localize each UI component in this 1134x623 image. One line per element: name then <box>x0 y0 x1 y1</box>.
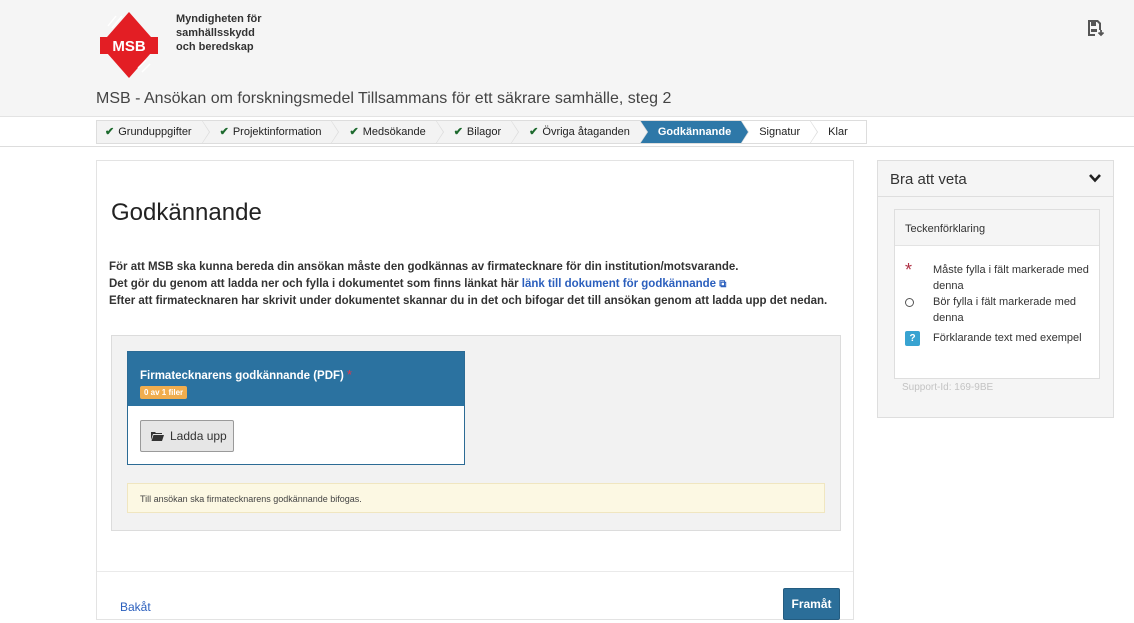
upload-card: Firmatecknarens godkännande (PDF) * 0 av … <box>127 351 465 465</box>
support-id: Support-Id: 169-9BE <box>902 382 994 393</box>
legend-text: Förklarande text med exempel <box>933 332 1082 344</box>
steps-bar: ✔ Grunduppgifter ✔ Projektinformation ✔ Med… <box>96 120 867 144</box>
step-godkannande[interactable]: Godkännande <box>639 120 750 144</box>
main-panel: Godkännande För att MSB ska kunna bereda… <box>96 160 854 620</box>
intro-text: För att MSB ska kunna bereda din ansökan… <box>109 259 849 310</box>
check-icon: ✔ <box>529 126 539 138</box>
upload-card-header: Firmatecknarens godkännande (PDF) * 0 av … <box>128 352 464 406</box>
info-panel-header[interactable]: Bra att veta <box>878 161 1113 197</box>
external-link-icon: ⧉ <box>719 279 727 290</box>
step-bilagor[interactable]: ✔ Bilagor <box>436 120 520 144</box>
check-icon: ✔ <box>453 126 463 138</box>
form-footer: Bakåt Framåt <box>97 571 853 620</box>
step-label: Projektinformation <box>232 126 322 138</box>
question-symbol: ? <box>905 331 920 346</box>
chevron-down-icon[interactable] <box>1089 173 1101 183</box>
hint-box: Till ansökan ska firmatecknarens godkänn… <box>127 483 825 513</box>
step-label: Klar <box>828 126 848 138</box>
file-count-badge: 0 av 1 filer <box>140 386 188 399</box>
legend-row-recommended: Bör fylla i fält markerade med denna <box>903 294 1093 326</box>
approval-document-link[interactable]: länk till dokument för godkännande ⧉ <box>522 278 727 290</box>
check-icon: ✔ <box>219 126 229 138</box>
legend-title: Teckenförklaring <box>895 210 1099 246</box>
step-ovriga-ataganden[interactable]: ✔ Övriga åtaganden <box>511 120 648 144</box>
approval-document-link-text: länk till dokument för godkännande <box>521 278 717 290</box>
upload-area: Firmatecknarens godkännande (PDF) * 0 av … <box>111 335 841 531</box>
check-icon: ✔ <box>105 126 115 138</box>
step-medsokande[interactable]: ✔ Medsökande <box>331 120 444 144</box>
intro-line-1: För att MSB ska kunna bereda din ansökan… <box>109 261 739 273</box>
legend-text: Måste fylla i fält markerade med denna <box>933 264 1089 292</box>
question-icon: ? <box>903 330 933 346</box>
circle-icon <box>903 294 933 326</box>
upload-button[interactable]: Ladda upp <box>140 420 234 452</box>
step-signatur[interactable]: Signatur <box>741 120 819 144</box>
application-title: MSB - Ansökan om forskningsmedel Tillsam… <box>96 90 672 107</box>
info-panel: Bra att veta Teckenförklaring * Måste fy… <box>877 160 1114 418</box>
intro-line-2-text: Det gör du genom att ladda ner och fylla… <box>109 278 519 290</box>
intro-line-3: Efter att firmatecknaren har skrivit und… <box>109 295 828 307</box>
step-label: Signatur <box>759 126 801 138</box>
upload-title-row: Firmatecknarens godkännande (PDF) * <box>140 367 452 382</box>
info-panel-title: Bra att veta <box>890 171 967 188</box>
next-button[interactable]: Framåt <box>783 588 840 620</box>
page-title: Godkännande <box>111 199 262 226</box>
page-header: MSB Myndigheten för samhällsskydd och be… <box>0 0 1134 117</box>
legend-row-required: * Måste fylla i fält markerade med denna <box>903 260 1093 294</box>
check-icon: ✔ <box>349 126 359 138</box>
upload-title: Firmatecknarens godkännande (PDF) <box>140 370 344 382</box>
wizard-steps: ✔ Grunduppgifter ✔ Projektinformation ✔ Med… <box>0 117 1134 147</box>
legend-row-help: ? Förklarande text med exempel <box>903 330 1093 346</box>
required-star-icon: * <box>903 260 933 294</box>
intro-line-2: Det gör du genom att ladda ner och fylla… <box>109 276 849 293</box>
step-label: Bilagor <box>466 126 502 138</box>
msb-logo: MSB <box>100 12 158 78</box>
folder-open-icon <box>151 432 164 441</box>
step-label: Övriga åtaganden <box>542 126 630 138</box>
required-star-symbol: * <box>905 260 913 280</box>
org-name: Myndigheten för samhällsskydd och bereds… <box>176 12 262 54</box>
org-name-line3: och beredskap <box>176 41 254 53</box>
logo-text: MSB <box>112 38 146 55</box>
step-label: Grunduppgifter <box>118 126 192 138</box>
required-marker: * <box>346 367 352 382</box>
org-name-line2: samhällsskydd <box>176 27 255 39</box>
upload-button-label: Ladda upp <box>170 429 227 443</box>
step-label: Godkännande <box>657 126 732 138</box>
legend-text: Bör fylla i fält markerade med denna <box>933 296 1077 324</box>
step-grunduppgifter[interactable]: ✔ Grunduppgifter <box>97 120 210 144</box>
step-klar[interactable]: Klar <box>810 121 866 143</box>
step-projektinformation[interactable]: ✔ Projektinformation <box>202 120 340 144</box>
save-to-disk-icon[interactable] <box>1086 18 1106 38</box>
org-name-line1: Myndigheten för <box>176 13 262 25</box>
back-link[interactable]: Bakåt <box>120 600 151 614</box>
legend-box: Teckenförklaring * Måste fylla i fält ma… <box>894 209 1100 379</box>
step-label: Medsökande <box>362 126 426 138</box>
